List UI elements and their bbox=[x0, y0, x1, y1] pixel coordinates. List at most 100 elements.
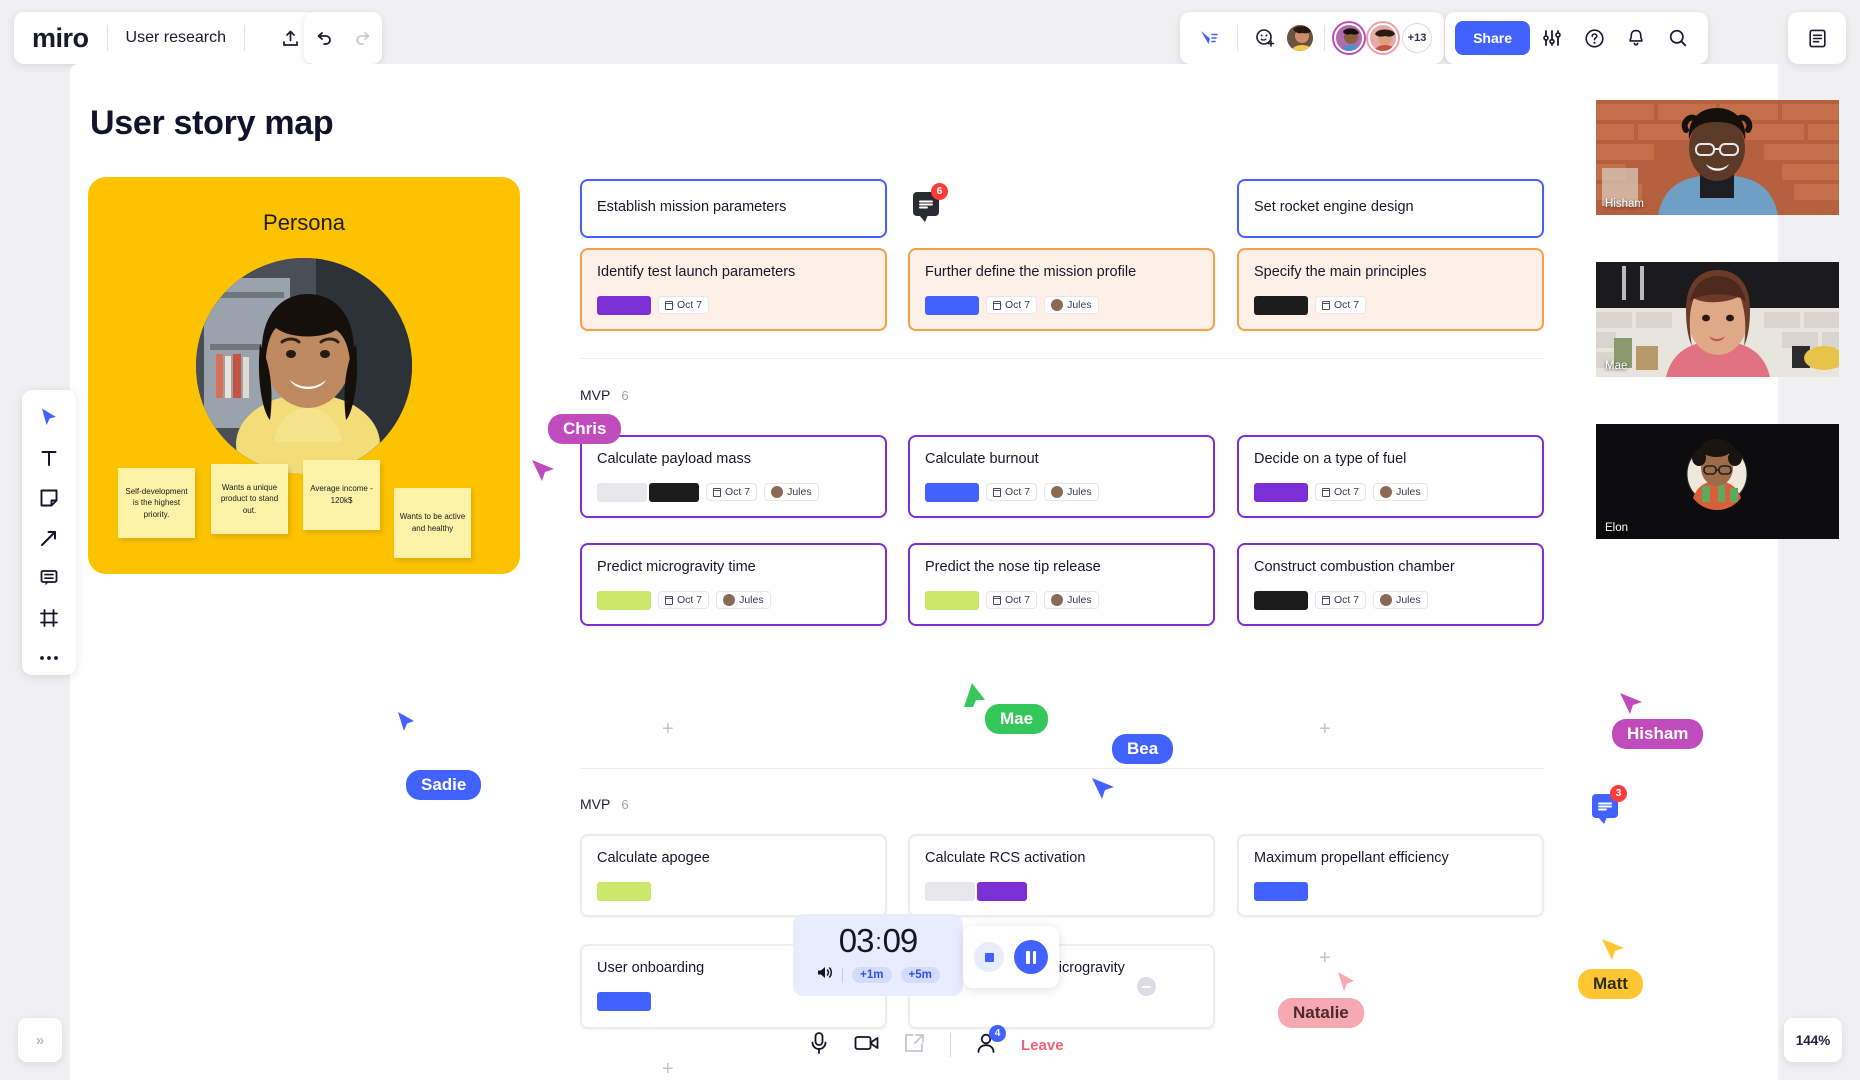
color-swatch[interactable] bbox=[649, 482, 699, 502]
story-card[interactable]: Specify the main principles Oct 7 bbox=[1237, 248, 1544, 331]
collaborator-overflow-count[interactable]: +13 bbox=[1402, 23, 1432, 53]
date-chip[interactable]: Oct 7 bbox=[986, 591, 1038, 610]
undo-icon[interactable] bbox=[304, 12, 343, 64]
more-tools[interactable] bbox=[29, 640, 69, 675]
color-swatch[interactable] bbox=[597, 295, 651, 315]
story-card[interactable]: Calculate apogee bbox=[580, 834, 887, 917]
text-tool[interactable] bbox=[29, 440, 69, 475]
color-swatch[interactable] bbox=[925, 590, 979, 610]
add-card-button[interactable]: + bbox=[1319, 948, 1331, 968]
color-swatch[interactable] bbox=[925, 881, 975, 901]
add-card-button[interactable]: + bbox=[662, 1059, 674, 1079]
timer-widget[interactable]: 03:09 +1m +5m bbox=[793, 914, 963, 996]
video-tile-mae[interactable]: Mae bbox=[1596, 262, 1839, 377]
persona-frame[interactable]: Persona Self-development is the highest … bbox=[88, 177, 520, 574]
color-swatch[interactable] bbox=[1254, 881, 1308, 901]
sticky-note[interactable]: Average income - 120k$ bbox=[303, 460, 380, 530]
redo-icon[interactable] bbox=[343, 12, 382, 64]
sticky-note-tool[interactable] bbox=[29, 480, 69, 515]
miro-logo[interactable]: miro bbox=[32, 23, 89, 54]
persona-sticky-notes: Self-development is the highest priority… bbox=[118, 460, 498, 560]
story-card[interactable]: Construct combustion chamber Oct 7 Jules bbox=[1237, 543, 1544, 626]
color-swatch[interactable] bbox=[597, 590, 651, 610]
assignee-chip[interactable]: Jules bbox=[764, 483, 819, 502]
comment-pin[interactable]: 3 bbox=[1592, 785, 1627, 824]
color-swatch[interactable] bbox=[597, 991, 651, 1011]
sticky-note[interactable]: Self-development is the highest priority… bbox=[118, 468, 195, 538]
sticky-note[interactable]: Wants to be active and healthy bbox=[394, 488, 471, 558]
date-chip[interactable]: Oct 7 bbox=[658, 591, 710, 610]
pause-button[interactable] bbox=[1014, 940, 1048, 974]
color-swatch[interactable] bbox=[597, 881, 651, 901]
avatar[interactable] bbox=[1334, 23, 1364, 53]
search-icon[interactable] bbox=[1658, 12, 1698, 64]
color-swatch[interactable] bbox=[1254, 295, 1308, 315]
follow-pointer-icon[interactable] bbox=[1192, 12, 1226, 64]
share-screen-icon[interactable] bbox=[904, 1033, 926, 1058]
remove-card-button[interactable] bbox=[1137, 977, 1156, 996]
avatar[interactable] bbox=[1368, 23, 1398, 53]
epic-card[interactable]: Set rocket engine design bbox=[1237, 179, 1544, 238]
date-chip[interactable]: Oct 7 bbox=[986, 483, 1038, 502]
camera-icon[interactable] bbox=[854, 1033, 880, 1058]
people-icon[interactable]: 4 bbox=[975, 1024, 1006, 1059]
story-card[interactable]: Predict microgravity time Oct 7 Jules bbox=[580, 543, 887, 626]
board-title[interactable]: User research bbox=[126, 29, 226, 47]
date-chip[interactable]: Oct 7 bbox=[1315, 483, 1367, 502]
assignee-chip[interactable]: Jules bbox=[1373, 591, 1428, 610]
story-card[interactable]: Identify test launch parameters Oct 7 bbox=[580, 248, 887, 331]
epic-card[interactable]: Establish mission parameters bbox=[580, 179, 887, 238]
assignee-chip[interactable]: Jules bbox=[1044, 296, 1099, 315]
help-circle-icon[interactable] bbox=[1574, 12, 1614, 64]
color-swatch[interactable] bbox=[1254, 482, 1308, 502]
date-chip[interactable]: Oct 7 bbox=[1315, 296, 1367, 315]
story-card[interactable]: Maximum propellant efficiency bbox=[1237, 834, 1544, 917]
sliders-icon[interactable] bbox=[1532, 12, 1572, 64]
microphone-icon[interactable] bbox=[808, 1031, 830, 1060]
story-card[interactable]: Calculate burnout Oct 7 Jules bbox=[908, 435, 1215, 518]
add-1m-button[interactable]: +1m bbox=[852, 967, 892, 983]
share-button[interactable]: Share bbox=[1455, 21, 1530, 55]
video-tile-hisham[interactable]: Hisham bbox=[1596, 100, 1839, 215]
date-chip[interactable]: Oct 7 bbox=[986, 296, 1038, 315]
sticky-note[interactable]: Wants a unique product to stand out. bbox=[211, 464, 288, 534]
add-card-button[interactable]: + bbox=[1319, 719, 1331, 739]
add-reaction-icon[interactable] bbox=[1249, 12, 1281, 64]
story-card[interactable]: Predict the nose tip release Oct 7 Jules bbox=[908, 543, 1215, 626]
zoom-level-badge[interactable]: 144% bbox=[1784, 1018, 1842, 1062]
bell-icon[interactable] bbox=[1616, 12, 1656, 64]
collapse-panel-button[interactable]: » bbox=[18, 1018, 62, 1062]
story-card[interactable]: Calculate RCS activation bbox=[908, 834, 1215, 917]
comment-pin[interactable]: 6 bbox=[913, 183, 948, 222]
video-tile-elon[interactable]: Elon bbox=[1596, 424, 1839, 539]
avatar[interactable] bbox=[1285, 23, 1315, 53]
stop-button[interactable] bbox=[974, 942, 1004, 972]
video-participant-name: Elon bbox=[1605, 522, 1629, 534]
story-card[interactable]: Decide on a type of fuel Oct 7 Jules bbox=[1237, 435, 1544, 518]
color-swatch[interactable] bbox=[977, 881, 1027, 901]
color-swatch[interactable] bbox=[1254, 590, 1308, 610]
color-swatch[interactable] bbox=[925, 295, 979, 315]
card-title: Calculate RCS activation bbox=[925, 850, 1086, 866]
assignee-chip[interactable]: Jules bbox=[1044, 591, 1099, 610]
frame-tool[interactable] bbox=[29, 600, 69, 635]
story-card[interactable]: Further define the mission profile Oct 7… bbox=[908, 248, 1215, 331]
assignee-chip[interactable]: Jules bbox=[716, 591, 771, 610]
date-chip[interactable]: Oct 7 bbox=[658, 296, 710, 315]
leave-button[interactable]: Leave bbox=[1021, 1037, 1064, 1054]
volume-icon[interactable] bbox=[816, 965, 833, 985]
story-card[interactable]: Calculate payload mass Oct 7 Jules bbox=[580, 435, 887, 518]
video-participant-name: Hisham bbox=[1605, 198, 1644, 210]
arrow-tool[interactable] bbox=[29, 520, 69, 555]
panel-icon[interactable] bbox=[1790, 12, 1844, 64]
assignee-chip[interactable]: Jules bbox=[1044, 483, 1099, 502]
date-chip[interactable]: Oct 7 bbox=[1315, 591, 1367, 610]
date-chip[interactable]: Oct 7 bbox=[706, 483, 758, 502]
color-swatch[interactable] bbox=[925, 482, 979, 502]
assignee-chip[interactable]: Jules bbox=[1373, 483, 1428, 502]
color-swatch[interactable] bbox=[597, 482, 647, 502]
add-5m-button[interactable]: +5m bbox=[900, 967, 940, 983]
select-tool[interactable] bbox=[29, 400, 69, 435]
comment-tool[interactable] bbox=[29, 560, 69, 595]
add-card-button[interactable]: + bbox=[662, 719, 674, 739]
